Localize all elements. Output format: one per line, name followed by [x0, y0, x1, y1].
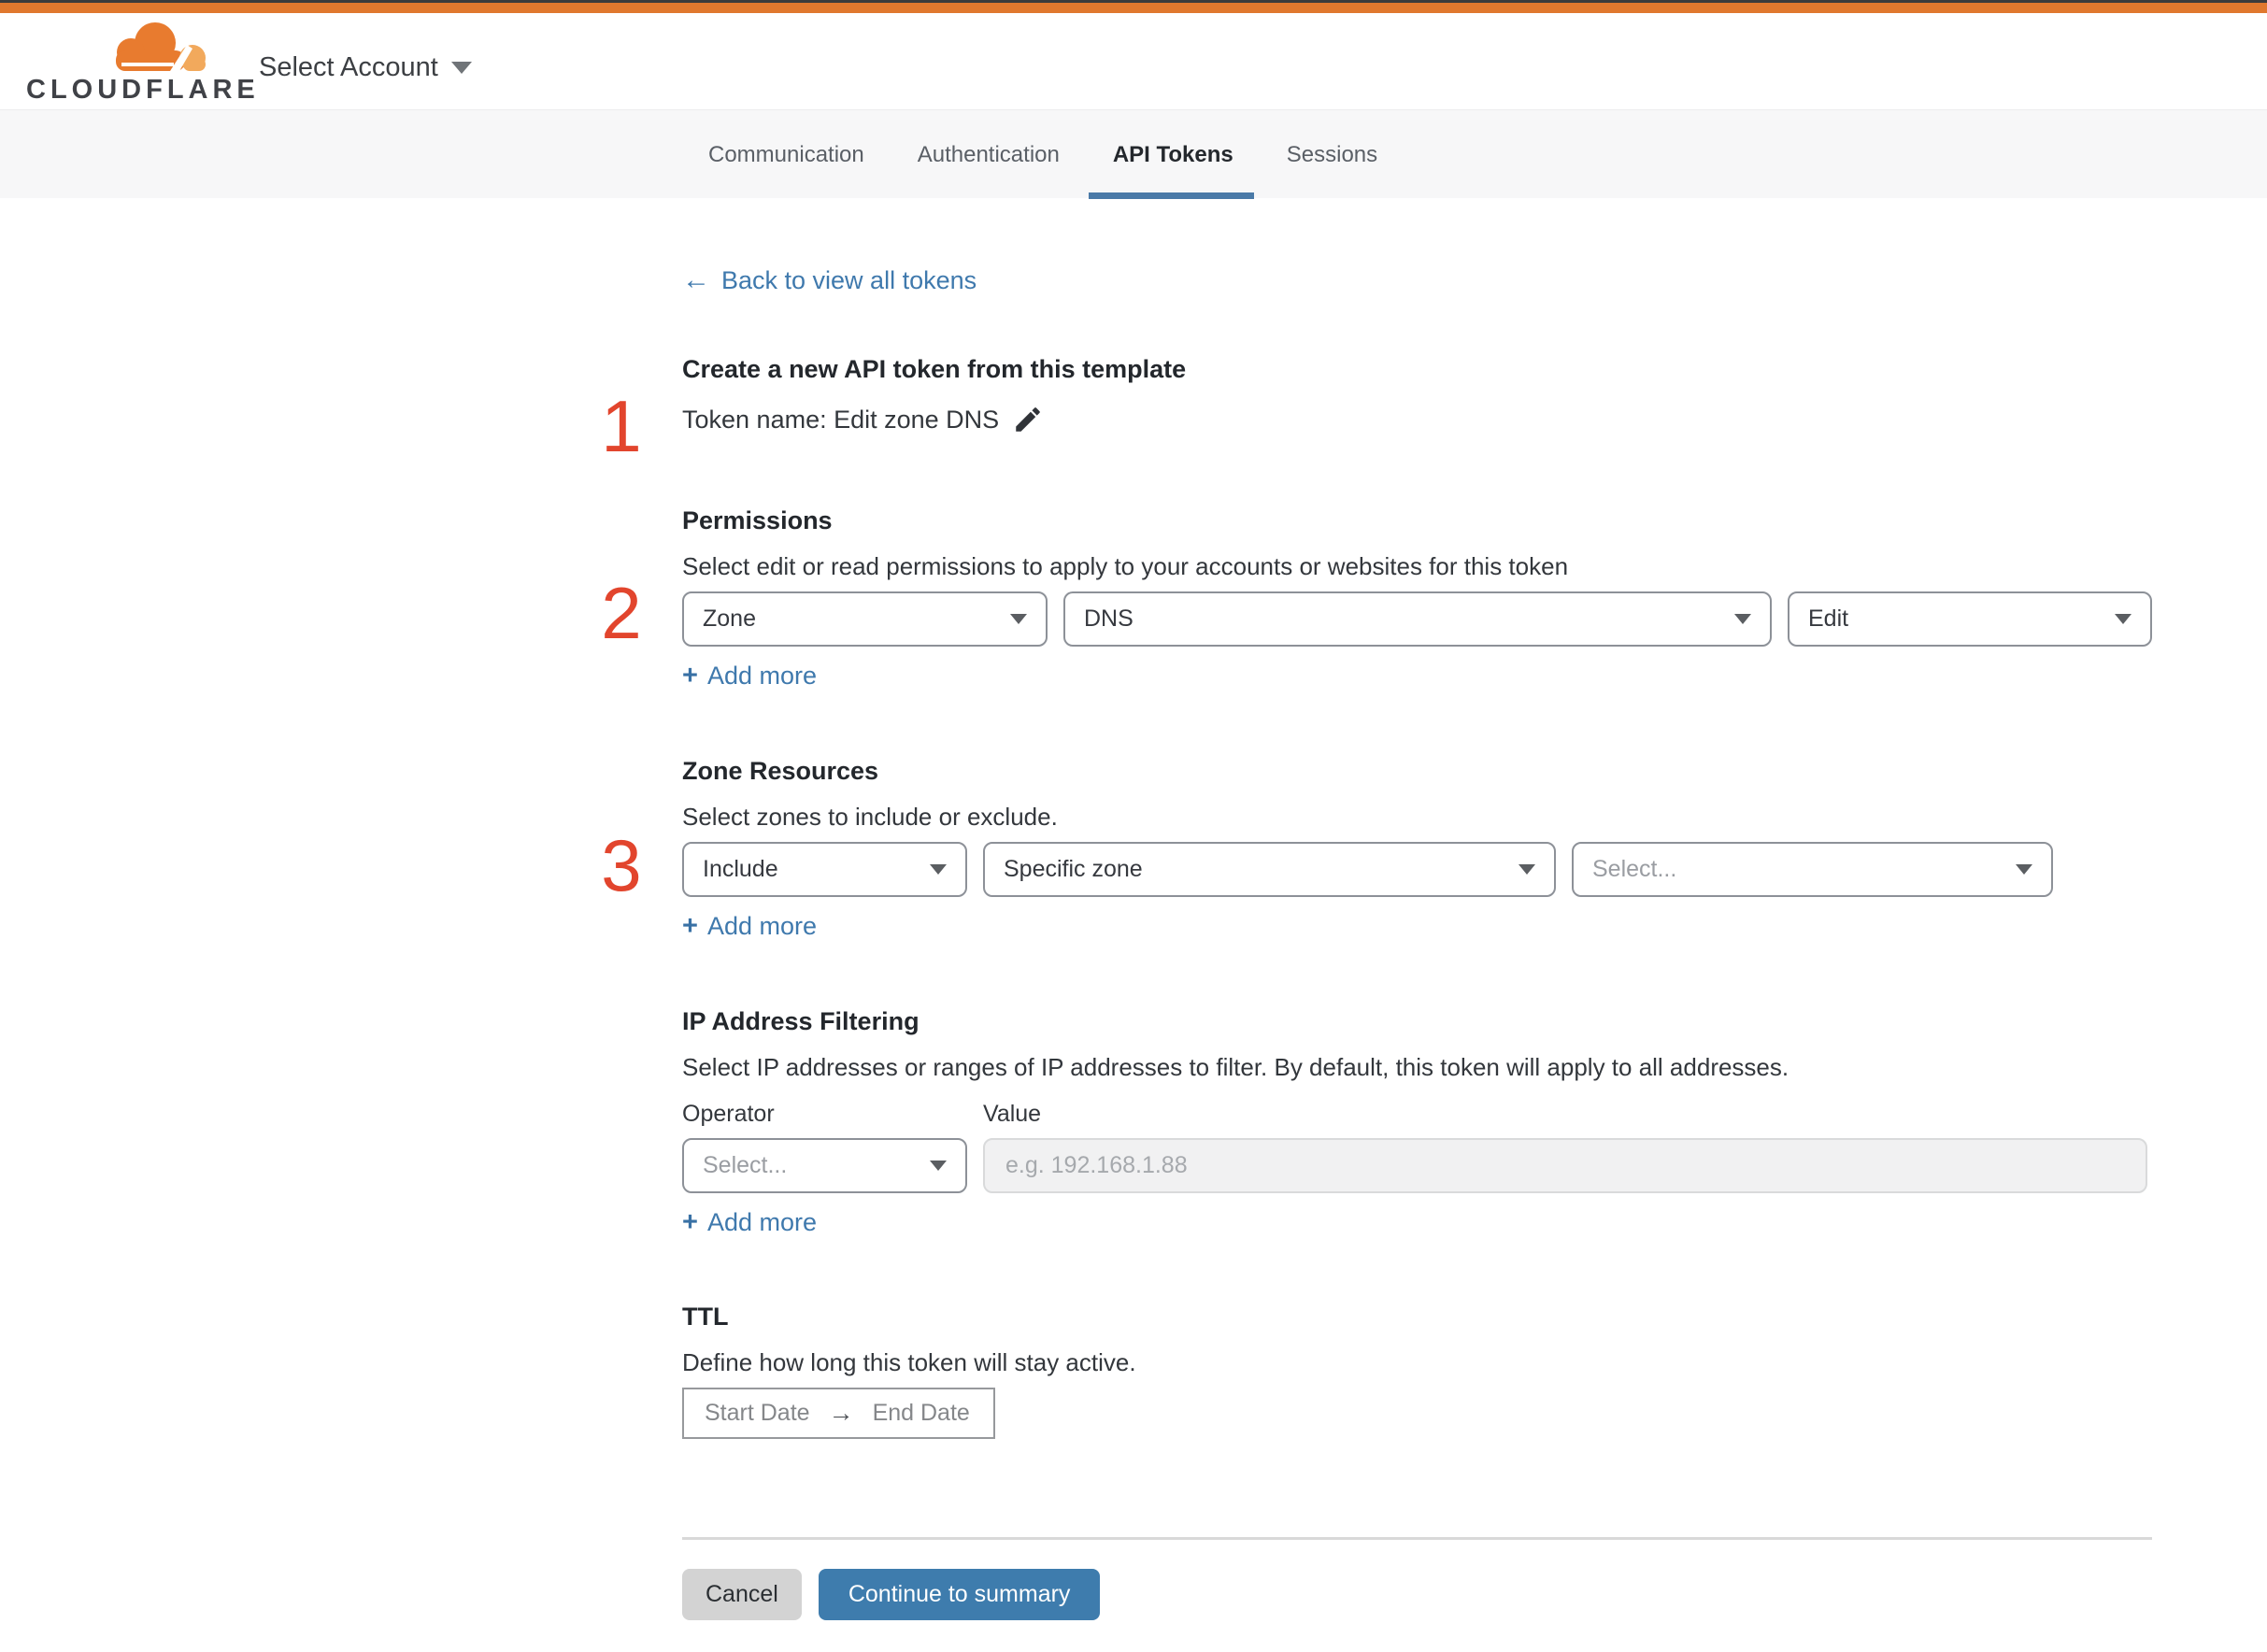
- plus-icon: +: [682, 661, 698, 691]
- plus-icon: +: [682, 1207, 698, 1237]
- account-selector-label: Select Account: [259, 51, 438, 82]
- permission-access-value: Edit: [1808, 605, 1849, 632]
- plus-icon: +: [682, 911, 698, 941]
- end-date-placeholder: End Date: [872, 1400, 970, 1426]
- right-arrow-icon: →: [828, 1399, 854, 1427]
- add-more-label: Add more: [706, 662, 817, 690]
- permission-resource-select[interactable]: DNS: [1063, 591, 1772, 647]
- tabs: Communication Authentication API Tokens …: [708, 110, 1377, 199]
- zone-type-value: Specific zone: [1004, 856, 1143, 882]
- dropdown-arrow-icon: [930, 1161, 947, 1171]
- dropdown-arrow-icon: [930, 864, 947, 875]
- ip-value-input[interactable]: [983, 1138, 2147, 1193]
- chevron-down-icon: [450, 61, 472, 74]
- add-more-label: Add more: [706, 1208, 817, 1236]
- continue-to-summary-button[interactable]: Continue to summary: [818, 1569, 1101, 1620]
- token-section-title: Create a new API token from this templat…: [682, 355, 1187, 383]
- zone-resources-add-more-link[interactable]: + Add more: [682, 910, 817, 942]
- header: CLOUDFLARE Select Account: [0, 13, 2267, 109]
- permission-resource-value: DNS: [1084, 605, 1134, 632]
- cloudflare-logo: CLOUDFLARE: [26, 21, 260, 106]
- top-orange-bar: [0, 3, 2267, 13]
- main-content: ← Back to view all tokens 1 Create a new…: [601, 198, 2152, 1620]
- tab-api-tokens[interactable]: API Tokens: [1088, 110, 1254, 199]
- permissions-title: Permissions: [682, 506, 833, 534]
- start-date-placeholder: Start Date: [705, 1400, 810, 1426]
- ip-filtering-add-more-link[interactable]: + Add more: [682, 1206, 817, 1238]
- zone-picker-select[interactable]: Select...: [1572, 842, 2053, 897]
- cloudflare-cloud-icon: [116, 22, 206, 71]
- tab-authentication[interactable]: Authentication: [918, 110, 1060, 199]
- add-more-label: Add more: [706, 912, 817, 940]
- zone-mode-value: Include: [703, 856, 778, 882]
- permission-scope-select[interactable]: Zone: [682, 591, 1048, 647]
- zone-resources-description: Select zones to include or exclude.: [682, 803, 1058, 831]
- back-to-tokens-link[interactable]: ← Back to view all tokens: [682, 264, 977, 296]
- dropdown-arrow-icon: [1734, 614, 1751, 624]
- zone-resources-section: 3 Zone Resources Select zones to include…: [601, 754, 2152, 942]
- ttl-description: Define how long this token will stay act…: [682, 1348, 1136, 1376]
- step-number-1: 1: [601, 385, 642, 467]
- permissions-description: Select edit or read permissions to apply…: [682, 552, 1569, 580]
- back-arrow-icon: ←: [682, 264, 710, 295]
- ttl-section: TTL Define how long this token will stay…: [682, 1300, 2152, 1439]
- ttl-date-range-picker[interactable]: Start Date → End Date: [682, 1388, 995, 1439]
- permission-access-select[interactable]: Edit: [1788, 591, 2152, 647]
- zone-type-select[interactable]: Specific zone: [983, 842, 1556, 897]
- account-selector[interactable]: Select Account: [259, 47, 472, 88]
- permissions-section: 2 Permissions Select edit or read permis…: [601, 504, 2152, 691]
- tab-communication[interactable]: Communication: [708, 110, 864, 199]
- token-name-section: 1 Create a new API token from this templ…: [601, 352, 2152, 463]
- operator-label: Operator: [682, 1101, 775, 1127]
- ip-filtering-title: IP Address Filtering: [682, 1007, 920, 1035]
- cloudflare-logo-text: CLOUDFLARE: [26, 75, 260, 105]
- value-label: Value: [983, 1101, 1042, 1127]
- cancel-button[interactable]: Cancel: [682, 1569, 802, 1620]
- step-number-2: 2: [601, 572, 642, 654]
- zone-mode-select[interactable]: Include: [682, 842, 967, 897]
- dropdown-arrow-icon: [2016, 864, 2032, 875]
- permission-scope-value: Zone: [703, 605, 756, 632]
- dropdown-arrow-icon: [1010, 614, 1027, 624]
- tab-bar: Communication Authentication API Tokens …: [0, 109, 2267, 199]
- dropdown-arrow-icon: [1518, 864, 1535, 875]
- permissions-add-more-link[interactable]: + Add more: [682, 660, 817, 691]
- tab-sessions[interactable]: Sessions: [1287, 110, 1377, 199]
- step-number-3: 3: [601, 824, 642, 906]
- back-link-label: Back to view all tokens: [721, 266, 977, 294]
- dropdown-arrow-icon: [2115, 614, 2132, 624]
- token-name-text: Token name: Edit zone DNS: [682, 406, 1000, 434]
- ip-filtering-section: IP Address Filtering Select IP addresses…: [682, 1004, 2152, 1238]
- ip-filtering-description: Select IP addresses or ranges of IP addr…: [682, 1053, 1789, 1081]
- edit-pencil-icon[interactable]: [1012, 404, 1044, 435]
- footer-buttons: Cancel Continue to summary: [682, 1569, 2152, 1620]
- ip-operator-select[interactable]: Select...: [682, 1138, 967, 1193]
- ttl-title: TTL: [682, 1303, 729, 1331]
- ip-operator-placeholder: Select...: [703, 1152, 788, 1178]
- zone-resources-title: Zone Resources: [682, 757, 879, 785]
- zone-picker-placeholder: Select...: [1592, 856, 1677, 882]
- footer-divider: [682, 1537, 2152, 1540]
